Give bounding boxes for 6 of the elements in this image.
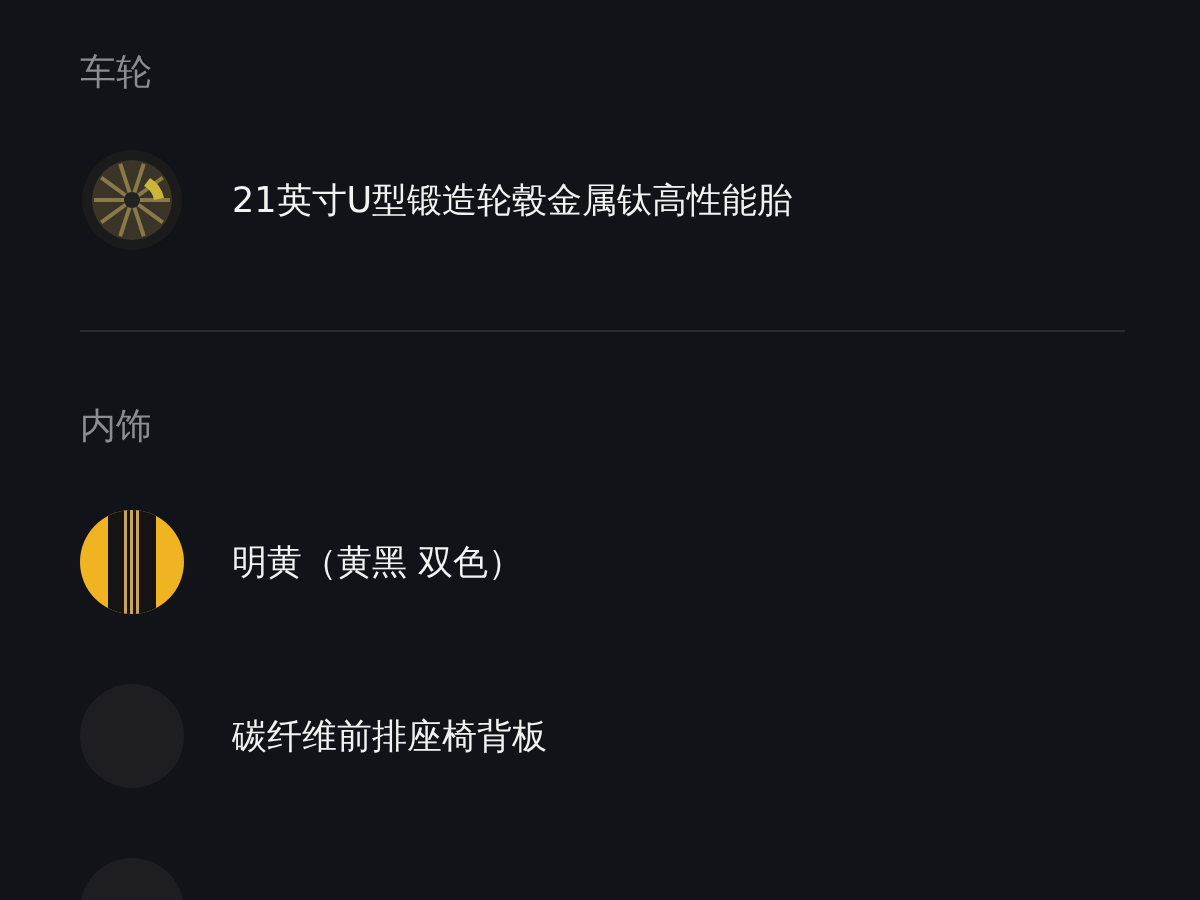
option-label: 明黄（黄黑 双色）: [232, 540, 524, 584]
option-label: 碳纤维前排座椅背板: [232, 714, 547, 758]
section-title: 车轮: [80, 50, 153, 94]
section-title: 内饰: [80, 404, 153, 448]
option-label: 21英寸U型锻造轮毂金属钛高性能胎: [232, 178, 793, 222]
wheel-icon: [80, 148, 184, 252]
